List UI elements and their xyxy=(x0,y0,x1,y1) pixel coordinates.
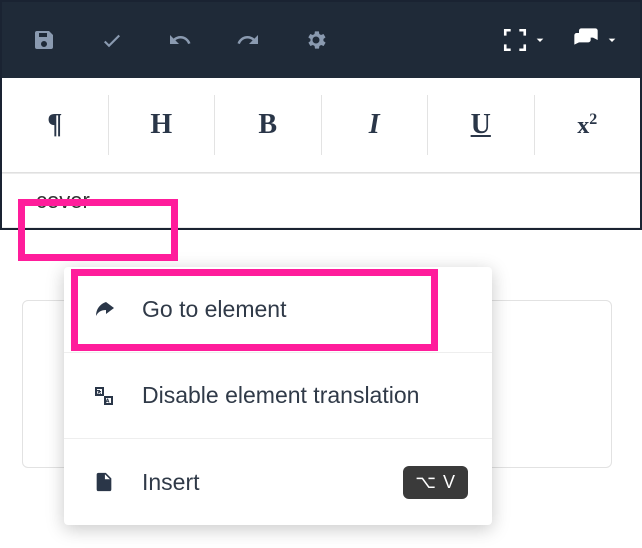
undo-button[interactable] xyxy=(158,18,202,62)
gear-icon xyxy=(304,28,328,52)
format-toolbar: ¶ H B I U x2 xyxy=(2,78,640,173)
heading-button[interactable]: H xyxy=(109,95,216,155)
confirm-button[interactable] xyxy=(90,18,134,62)
breadcrumb-bar: cover xyxy=(2,173,640,228)
fullscreen-icon xyxy=(502,27,528,53)
save-button[interactable] xyxy=(22,18,66,62)
menu-item-goto-element[interactable]: Go to element xyxy=(64,267,492,353)
comments-icon xyxy=(572,26,600,54)
menu-item-disable-translation[interactable]: Disable element translation xyxy=(64,353,492,439)
context-menu: Go to element Disable element translatio… xyxy=(64,267,492,525)
translate-icon xyxy=(88,384,120,408)
share-arrow-icon xyxy=(88,298,120,322)
settings-button[interactable] xyxy=(294,18,338,62)
keyboard-shortcut: ⌥ V xyxy=(403,466,468,499)
redo-icon xyxy=(236,28,260,52)
comments-dropdown[interactable] xyxy=(572,26,620,54)
save-icon xyxy=(32,28,56,52)
insert-file-icon xyxy=(88,471,120,493)
paragraph-button[interactable]: ¶ xyxy=(2,95,109,155)
check-icon xyxy=(100,28,124,52)
pilcrow-icon: ¶ xyxy=(47,109,62,141)
italic-button[interactable]: I xyxy=(322,95,429,155)
undo-icon xyxy=(168,28,192,52)
superscript-button[interactable]: x2 xyxy=(535,95,641,155)
fullscreen-dropdown[interactable] xyxy=(502,27,548,53)
menu-item-label: Go to element xyxy=(142,296,286,323)
menu-item-label: Disable element translation xyxy=(142,382,419,409)
chevron-down-icon xyxy=(604,32,620,48)
underline-button[interactable]: U xyxy=(428,95,535,155)
top-toolbar xyxy=(2,2,640,78)
redo-button[interactable] xyxy=(226,18,270,62)
chevron-down-icon xyxy=(532,32,548,48)
menu-item-insert[interactable]: Insert ⌥ V xyxy=(64,439,492,525)
menu-item-label: Insert xyxy=(142,469,200,496)
breadcrumb-item[interactable]: cover xyxy=(34,184,92,218)
bold-button[interactable]: B xyxy=(215,95,322,155)
